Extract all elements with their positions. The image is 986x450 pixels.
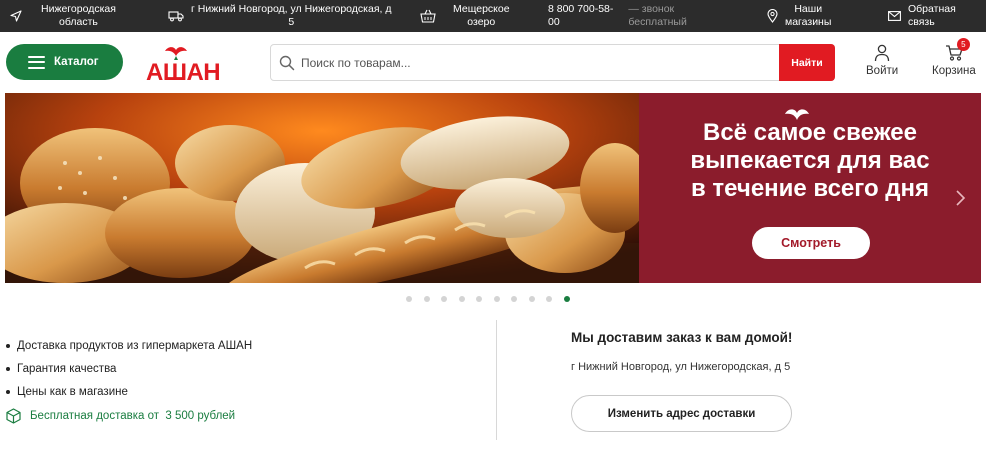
phone-note: — звонок бесплатный: [628, 3, 687, 28]
slide-dot-9[interactable]: [546, 296, 552, 302]
phone-link[interactable]: 8 800 700-58- 00 — звонок бесплатный: [548, 0, 687, 32]
bread-photo: [5, 93, 639, 283]
section-divider: [496, 320, 497, 440]
delivery-title: Мы доставим заказ к вам домой!: [571, 330, 793, 345]
search-button[interactable]: Найти: [779, 44, 835, 81]
feature-list: Доставка продуктов из гипермаркета АШАН …: [6, 334, 252, 403]
delivery-address-selector[interactable]: г Нижний Новгород, ул Нижегородская, д 5: [168, 0, 391, 32]
chevron-right-icon[interactable]: [954, 189, 966, 207]
map-pin-icon: [767, 9, 778, 23]
banner-pagination: [406, 296, 570, 302]
feature-item: Доставка продуктов из гипермаркета АШАН: [6, 334, 252, 357]
main-header: Каталог АШАН Найти Войти Корзина 5: [0, 32, 986, 92]
menu-icon: [28, 55, 45, 69]
region-selector[interactable]: Нижегородская область: [10, 0, 116, 32]
stores-link[interactable]: Наши магазины: [767, 0, 831, 32]
slide-dot-8[interactable]: [528, 296, 535, 302]
login-button[interactable]: Войти: [866, 44, 898, 77]
delivery-box-icon: [6, 408, 21, 424]
store-label: Мещерское озеро: [453, 3, 510, 28]
location-arrow-icon: [10, 10, 22, 22]
basket-icon: [420, 9, 436, 23]
store-selector[interactable]: Мещерское озеро: [420, 0, 510, 32]
slide-dot-6[interactable]: [493, 296, 500, 302]
catalog-button[interactable]: Каталог: [6, 44, 123, 80]
stores-label: Наши магазины: [785, 3, 832, 28]
free-delivery-note: Бесплатная доставка от 3 500 рублей: [6, 408, 235, 424]
user-icon: [874, 44, 890, 62]
cart-label: Корзина: [932, 65, 976, 77]
auchan-logo[interactable]: АШАН: [145, 43, 250, 83]
feedback-label: Обратная связь: [908, 3, 956, 28]
slide-dot-7[interactable]: [511, 296, 517, 302]
truck-icon: [168, 11, 184, 22]
slide-dot-5[interactable]: [476, 296, 482, 302]
banner-title: Всё самое свежее выпекается для вас в те…: [690, 119, 930, 202]
catalog-label: Каталог: [54, 56, 99, 68]
free-delivery-label: Бесплатная доставка от 3 500 рублей: [30, 410, 236, 422]
feature-item: Гарантия качества: [6, 357, 252, 380]
feedback-link[interactable]: Обратная связь: [888, 0, 956, 32]
search-input[interactable]: [301, 45, 771, 80]
login-label: Войти: [866, 65, 899, 77]
address-label: г Нижний Новгород, ул Нижегородская, д 5: [191, 3, 392, 28]
search-icon: [279, 55, 295, 71]
slide-dot-2[interactable]: [423, 296, 430, 302]
region-label: Нижегородская область: [41, 3, 116, 28]
svg-text:АШАН: АШАН: [146, 59, 220, 83]
slide-dot-1[interactable]: [406, 296, 412, 302]
change-address-button[interactable]: Изменить адрес доставки: [571, 395, 792, 432]
feature-item: Цены как в магазине: [6, 380, 252, 403]
slide-dot-10[interactable]: [563, 296, 570, 302]
banner-text-panel: Всё самое свежее выпекается для вас в те…: [639, 93, 981, 283]
cart-button[interactable]: Корзина 5: [932, 38, 976, 77]
phone-number: 8 800 700-58- 00: [548, 3, 614, 28]
slide-dot-4[interactable]: [458, 296, 465, 302]
slide-dot-3[interactable]: [441, 296, 447, 302]
cart-count-badge: 5: [956, 38, 970, 51]
delivery-address: г Нижний Новгород, ул Нижегородская, д 5: [571, 361, 791, 373]
top-info-bar: Нижегородская область г Нижний Новгород,…: [0, 0, 986, 32]
mail-icon: [888, 11, 901, 21]
search-bar: Найти: [270, 44, 835, 81]
promo-banner[interactable]: Всё самое свежее выпекается для вас в те…: [5, 93, 981, 283]
banner-watch-button[interactable]: Смотреть: [752, 227, 870, 259]
